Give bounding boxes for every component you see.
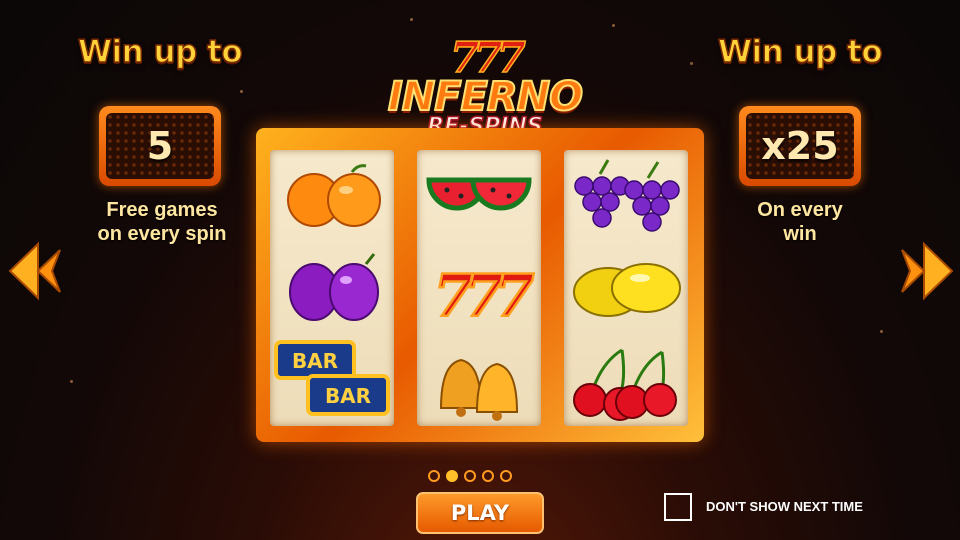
- right-description-line1: On every: [757, 199, 843, 221]
- previous-arrow-icon[interactable]: [8, 240, 64, 302]
- lemon-icon: [573, 263, 681, 317]
- reel-frame: BAR BAR 777: [256, 128, 704, 442]
- page-dot-5[interactable]: [500, 470, 512, 482]
- bar-label-top: BAR: [292, 349, 338, 373]
- multiplier-value-box: x25: [739, 106, 861, 186]
- logo-title: INFERNO: [387, 74, 584, 120]
- watermelon-icon: [426, 177, 532, 211]
- right-description: On every win: [700, 198, 900, 246]
- game-logo: 777 INFERNO RE-SPINS: [380, 33, 590, 139]
- orange-icon: [287, 164, 381, 227]
- left-description-line1: Free games: [106, 199, 218, 221]
- grapes-icon: [574, 159, 680, 232]
- logo-sevens: 777: [449, 33, 526, 82]
- dont-show-label[interactable]: DON'T SHOW NEXT TIME: [706, 499, 863, 514]
- plum-icon: [289, 253, 379, 321]
- reel-1: BAR BAR: [270, 150, 394, 426]
- pagination: [428, 470, 512, 482]
- left-description: Free games on every spin: [62, 198, 262, 246]
- cherry-icon: [573, 348, 677, 421]
- multiplier-value: x25: [761, 124, 839, 168]
- page-dot-2[interactable]: [446, 470, 458, 482]
- reel-3: [564, 150, 688, 426]
- left-description-line2: on every spin: [97, 223, 227, 245]
- page-dot-1[interactable]: [428, 470, 440, 482]
- left-heading: Win up to: [77, 33, 243, 71]
- play-button[interactable]: PLAY: [416, 492, 544, 534]
- free-games-value-box: 5: [99, 106, 221, 186]
- next-arrow-icon[interactable]: [898, 240, 954, 302]
- right-heading: Win up to: [717, 33, 883, 71]
- seven-symbol-label: 777: [433, 262, 534, 330]
- bell-icon: [439, 358, 519, 421]
- reel-2: 777: [417, 150, 541, 426]
- right-description-line2: win: [783, 223, 817, 245]
- page-dot-3[interactable]: [464, 470, 476, 482]
- bar-label-bottom: BAR: [325, 384, 371, 408]
- free-games-value: 5: [146, 124, 174, 168]
- seven-icon: 777: [432, 261, 541, 332]
- dont-show-checkbox[interactable]: [664, 493, 692, 521]
- bar-icon: BAR BAR: [274, 340, 390, 416]
- page-dot-4[interactable]: [482, 470, 494, 482]
